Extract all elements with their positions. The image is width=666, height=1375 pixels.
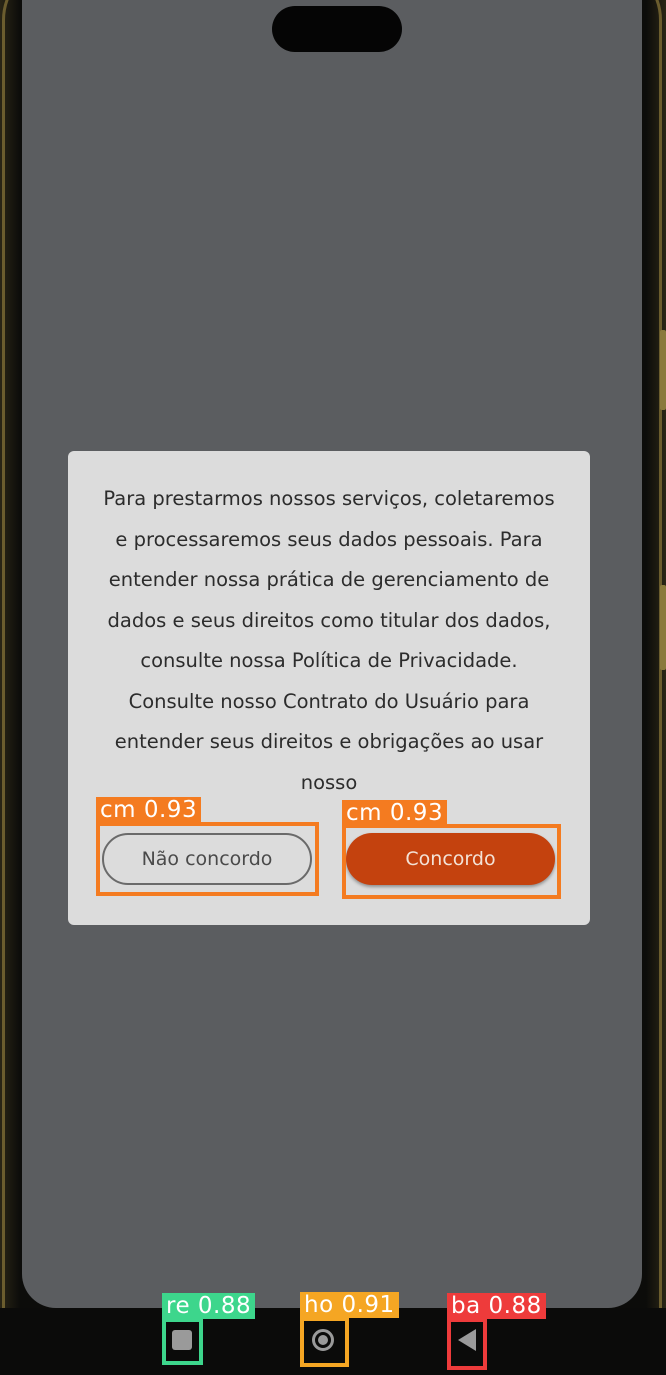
agree-button[interactable]: Concordo [346,833,555,885]
detection-label-agree: cm 0.93 [342,800,448,826]
detection-label-back: ba 0.88 [447,1293,546,1319]
recents-button[interactable] [165,1318,199,1362]
back-button[interactable] [450,1318,484,1362]
volume-button [660,330,666,410]
phone-screen: Para prestarmos nossos serviços, coletar… [22,0,642,1308]
disagree-button[interactable]: Não concordo [102,833,312,885]
square-recents-icon [172,1330,192,1350]
circle-home-icon [312,1329,334,1351]
phone-photo: Para prestarmos nossos serviços, coletar… [0,0,666,1375]
detection-label-home: ho 0.91 [300,1292,399,1318]
home-button[interactable] [306,1318,340,1362]
camera-notch [272,6,402,52]
power-button [660,585,666,670]
detection-label-recents: re 0.88 [162,1293,256,1319]
privacy-consent-dialog: Para prestarmos nossos serviços, coletar… [68,451,590,925]
triangle-back-icon [458,1329,476,1351]
consent-message: Para prestarmos nossos serviços, coletar… [103,487,555,794]
detection-label-disagree: cm 0.93 [96,797,202,823]
